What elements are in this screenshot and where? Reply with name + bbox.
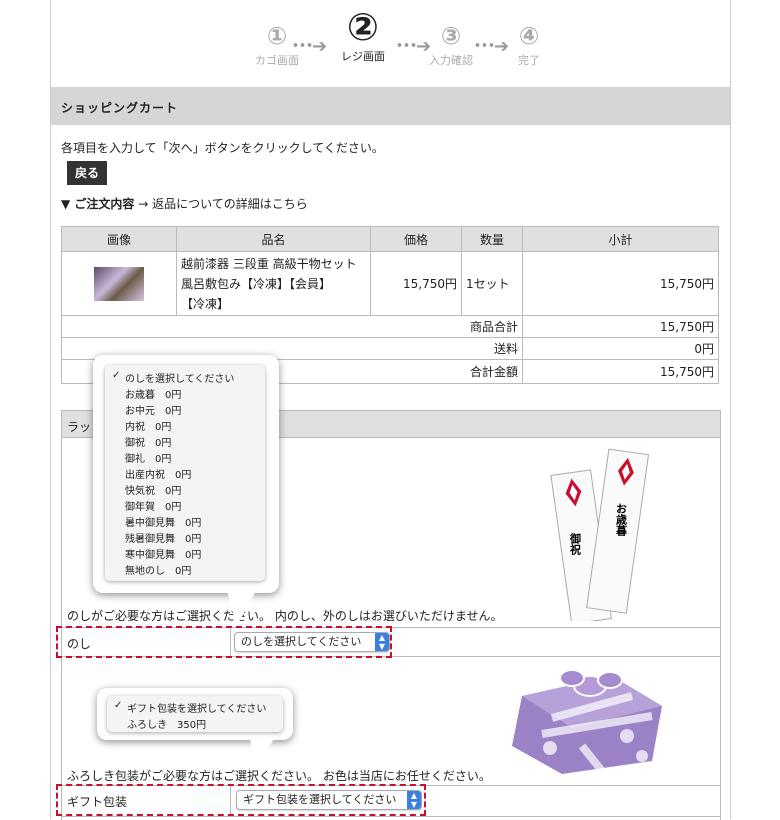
- total-value: 15,750円: [522, 315, 719, 338]
- menu-item[interactable]: 出産内祝 0円: [125, 466, 191, 481]
- section-header: ショッピングカート: [51, 87, 730, 125]
- noshi-highlight: [56, 626, 392, 658]
- step-label: レジ画面: [341, 50, 385, 63]
- menu-item[interactable]: 御年賀 0円: [125, 498, 181, 513]
- instruction-text: 各項目を入力して「次へ」ボタンをクリックしてください。: [61, 141, 384, 155]
- gift-dropdown-callout: ✓ ギフト包装を選択してください ふろしき 350円: [97, 688, 293, 767]
- noshi-left-text: 御祝: [569, 532, 583, 556]
- step-number: ④: [518, 22, 540, 50]
- order-title: ▼ ご注文内容: [61, 197, 135, 211]
- step-complete: ④ 完了: [503, 22, 555, 68]
- column-header: 小計: [522, 226, 719, 252]
- product-name-line: 【冷凍】: [181, 296, 230, 311]
- total-label: 商品合計: [61, 315, 523, 338]
- menu-item[interactable]: のしを選択してください: [125, 370, 234, 385]
- column-header: 画像: [61, 226, 177, 252]
- table-row: 越前漆器 三段重 高級干物セット 風呂敷包み【冷凍】【会員】 【冷凍】 15,7…: [61, 251, 719, 316]
- step-label: 入力確認: [429, 54, 473, 67]
- checkmark-icon: ✓: [114, 700, 123, 711]
- product-name-line: 越前漆器 三段重 高級干物セット: [181, 256, 357, 271]
- menu-item[interactable]: お歳暮 0円: [125, 386, 181, 401]
- noshi-note: のしがご必要な方はご選択ください。 内のし、外のしはお選びいただけません。: [67, 609, 503, 623]
- menu-item[interactable]: 残暑御見舞 0円: [125, 530, 201, 545]
- menu-item[interactable]: 快気祝 0円: [125, 482, 181, 497]
- menu-item[interactable]: 暑中御見舞 0円: [125, 514, 201, 529]
- noshi-sample-image: 御祝 お歳暮: [550, 448, 650, 621]
- menu-item[interactable]: 寒中御見舞 0円: [125, 546, 201, 561]
- back-button[interactable]: 戻る: [67, 161, 107, 185]
- step-number: ②: [346, 5, 380, 49]
- table-row: 商品合計 15,750円: [61, 315, 719, 338]
- step-arrow-icon: ･･･➔: [473, 36, 509, 57]
- callout-tail: [222, 592, 256, 626]
- price-cell: 15,750円: [370, 251, 462, 316]
- section-title: ショッピングカート: [61, 101, 179, 115]
- checkout-steps: ① カゴ画面 ･･･➔ ② レジ画面 ･･･➔ ③ 入力確認 ･･･➔ ④ 完了: [51, 6, 730, 82]
- product-name-cell: 越前漆器 三段重 高級干物セット 風呂敷包み【冷凍】【会員】 【冷凍】: [176, 251, 371, 316]
- step-arrow-icon: ･･･➔: [291, 36, 327, 57]
- product-name-line: 風呂敷包み【冷凍】【会員】: [181, 276, 332, 291]
- page-frame: ① カゴ画面 ･･･➔ ② レジ画面 ･･･➔ ③ 入力確認 ･･･➔ ④ 完了…: [50, 0, 731, 820]
- menu-item[interactable]: 御祝 0円: [125, 434, 171, 449]
- order-contents: ▼ ご注文内容 → 返品についての詳細はこちら: [61, 195, 308, 212]
- product-image-cell: [61, 251, 177, 316]
- menu-item[interactable]: お中元 0円: [125, 402, 181, 417]
- furoshiki-sample-image: [512, 669, 662, 774]
- noshi-right-text: お歳暮: [615, 503, 629, 537]
- step-confirm: ③ 入力確認: [425, 22, 477, 68]
- gift-dropdown-menu: ✓ ギフト包装を選択してください ふろしき 350円: [107, 696, 283, 732]
- menu-item[interactable]: 内祝 0円: [125, 418, 171, 433]
- column-header: 数量: [461, 226, 523, 252]
- subtotal-cell: 15,750円: [522, 251, 719, 316]
- total-value: 0円: [522, 337, 719, 360]
- quantity-cell: 1セット: [461, 251, 523, 316]
- step-register: ② レジ画面: [333, 8, 393, 64]
- table-header-row: 画像 品名 価格 数量 小計: [61, 226, 719, 252]
- noshi-dropdown-callout: ✓ のしを選択してください お歳暮 0円 お中元 0円 内祝 0円 御祝 0円 …: [93, 355, 279, 626]
- checkmark-icon: ✓: [112, 370, 121, 381]
- step-arrow-icon: ･･･➔: [395, 36, 431, 57]
- gift-note: ふろしき包装がご必要な方はご選択ください。 お色は当店にお任せください。: [67, 769, 491, 783]
- wrapping-header-title: ラッ: [67, 420, 92, 434]
- step-number: ③: [440, 22, 462, 50]
- noshi-dropdown-menu: ✓ のしを選択してください お歳暮 0円 お中元 0円 内祝 0円 御祝 0円 …: [105, 365, 265, 581]
- step-label: 完了: [518, 54, 540, 67]
- total-value: 15,750円: [522, 359, 719, 384]
- menu-item[interactable]: 御礼 0円: [125, 450, 171, 465]
- menu-item[interactable]: ギフト包装を選択してください: [127, 700, 266, 715]
- column-header: 価格: [370, 226, 462, 252]
- gift-highlight: [56, 784, 426, 816]
- return-policy-link[interactable]: → 返品についての詳細はこちら: [138, 197, 308, 211]
- menu-item[interactable]: ふろしき 350円: [127, 716, 206, 731]
- column-header: 品名: [176, 226, 371, 252]
- product-thumbnail[interactable]: [94, 266, 144, 301]
- menu-item[interactable]: 無地のし 0円: [125, 562, 191, 577]
